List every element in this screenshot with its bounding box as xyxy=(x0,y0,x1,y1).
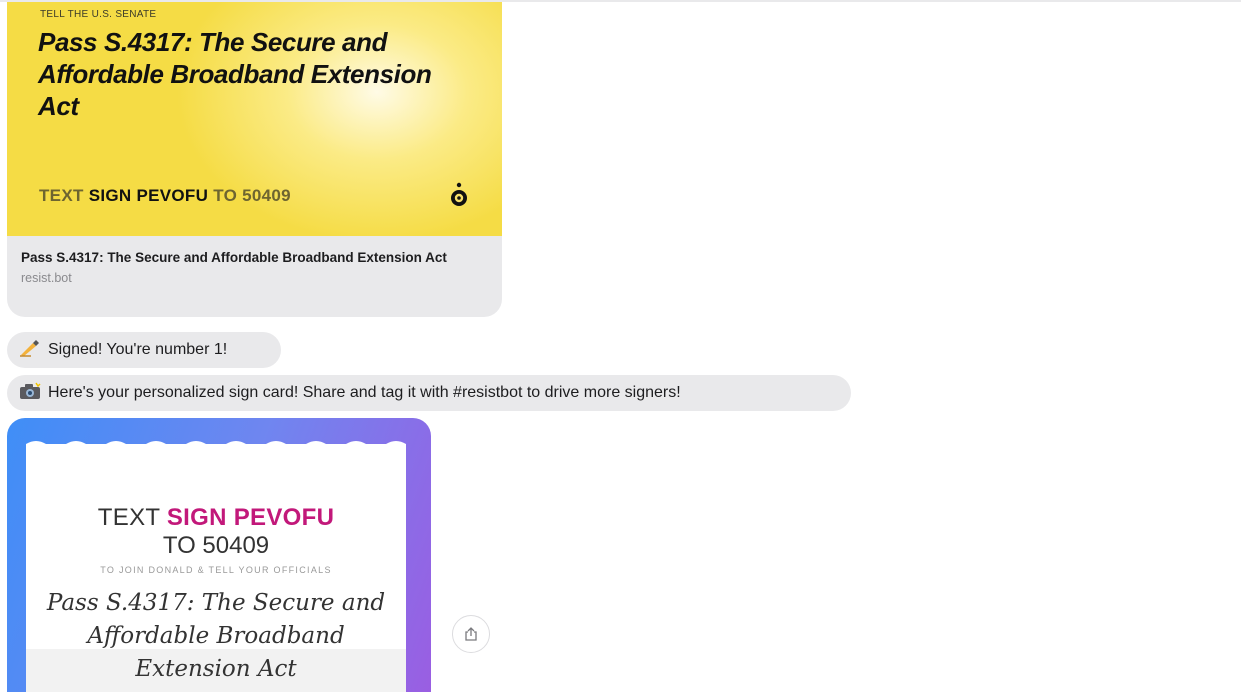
sign-card-title: Pass S.4317: The Secure and Affordable B… xyxy=(46,590,386,682)
link-domain: resist.bot xyxy=(21,271,72,285)
message-bubble-signed[interactable]: Signed! You're number 1! xyxy=(7,332,281,368)
camera-flash-icon xyxy=(20,382,41,399)
sign-card-line2: TO 50409 xyxy=(162,532,270,559)
message-bubble-sign-card[interactable]: Here's your personalized sign card! Shar… xyxy=(7,375,851,411)
link-preview-card[interactable]: TELL THE U.S. SENATE Pass S.4317: The Se… xyxy=(7,2,502,317)
sign-card-line1: TEXT SIGN PEVOFU xyxy=(26,504,406,532)
cta-number: TO 50409 xyxy=(213,186,291,205)
link-preview-image: TELL THE U.S. SENATE Pass S.4317: The Se… xyxy=(7,2,502,236)
writing-hand-icon xyxy=(20,340,39,357)
cta-text: TEXT xyxy=(39,186,84,205)
share-icon xyxy=(465,627,477,641)
sign-card-code: SIGN PEVOFU xyxy=(166,504,335,531)
share-button[interactable] xyxy=(452,615,490,653)
paper-edge xyxy=(26,441,406,450)
sign-card-paper: TEXT SIGN PEVOFU TO 50409 TO JOIN DONALD… xyxy=(26,441,406,692)
link-title: Pass S.4317: The Secure and Affordable B… xyxy=(21,250,447,265)
message-text: Signed! You're number 1! xyxy=(48,341,228,358)
sign-card-subline: TO JOIN DONALD & TELL YOUR OFFICIALS xyxy=(100,565,332,575)
resistbot-logo-icon xyxy=(451,182,467,206)
preview-cta: TEXT SIGN PEVOFU TO 50409 xyxy=(39,186,291,206)
preview-eyebrow: TELL THE U.S. SENATE xyxy=(40,9,157,20)
preview-headline: Pass S.4317: The Secure and Affordable B… xyxy=(38,27,432,121)
message-text: Here's your personalized sign card! Shar… xyxy=(48,384,681,401)
link-preview-meta: Pass S.4317: The Secure and Affordable B… xyxy=(21,250,491,285)
cta-code: SIGN PEVOFU xyxy=(88,186,209,205)
sign-card-prefix: TEXT xyxy=(97,504,160,531)
sign-card-image[interactable]: TEXT SIGN PEVOFU TO 50409 TO JOIN DONALD… xyxy=(7,418,431,692)
